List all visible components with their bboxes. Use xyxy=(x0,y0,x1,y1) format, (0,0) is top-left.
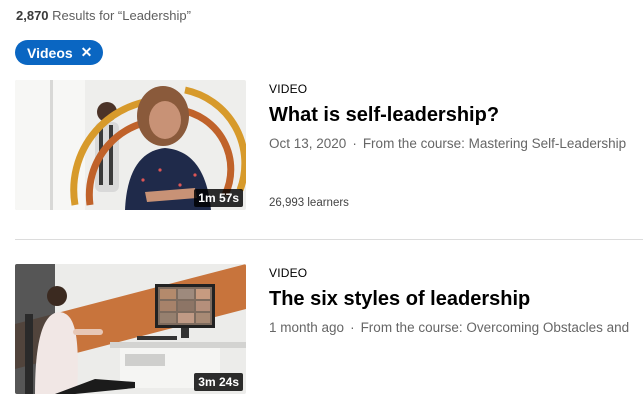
results-count: 2,870 Results for “Leadership” xyxy=(16,8,191,23)
close-icon[interactable]: ✕ xyxy=(81,44,93,61)
video-date: Oct 13, 2020 xyxy=(269,136,347,151)
video-duration: 1m 57s xyxy=(194,189,243,207)
course-link[interactable]: From the course: Overcoming Obstacles an… xyxy=(361,320,630,335)
video-title[interactable]: The six styles of leadership xyxy=(269,288,530,311)
video-meta: 1 month ago · From the course: Overcoming … xyxy=(269,320,629,335)
results-number: 2,870 xyxy=(16,8,49,23)
course-link[interactable]: From the course: Mastering Self-Leadersh… xyxy=(363,136,626,151)
result-item: 3m 24s VIDEO The six styles of leadershi… xyxy=(0,264,643,404)
video-thumbnail[interactable]: 3m 24s xyxy=(15,264,246,394)
result-item: 1m 57s VIDEO What is self-leadership? Oc… xyxy=(0,80,643,220)
meta-separator: · xyxy=(350,320,355,335)
divider xyxy=(15,239,643,240)
video-duration: 3m 24s xyxy=(194,373,243,391)
videos-filter-chip[interactable]: Videos ✕ xyxy=(15,40,104,65)
content-type-label: VIDEO xyxy=(269,266,308,280)
content-type-label: VIDEO xyxy=(269,82,308,96)
video-thumbnail[interactable]: 1m 57s xyxy=(15,80,246,210)
video-title[interactable]: What is self-leadership? xyxy=(269,104,499,127)
video-date: 1 month ago xyxy=(269,320,345,335)
meta-separator: · xyxy=(352,136,357,151)
results-text: Results for “Leadership” xyxy=(52,8,191,23)
video-meta: Oct 13, 2020 · From the course: Mastering … xyxy=(269,136,626,151)
filter-chip-label: Videos xyxy=(27,44,73,61)
learners-count: 26,993 learners xyxy=(269,197,349,209)
